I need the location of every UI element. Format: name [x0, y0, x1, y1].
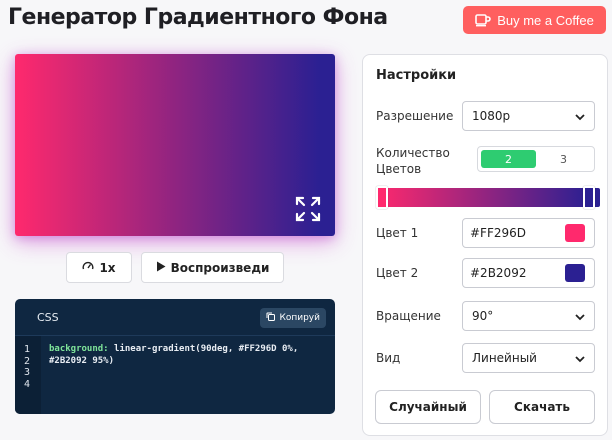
resolution-select[interactable]: 1080p	[462, 101, 595, 131]
speedometer-icon	[82, 260, 94, 275]
speed-button[interactable]: 1x	[66, 252, 132, 283]
chevron-down-icon	[574, 353, 586, 365]
download-button[interactable]: Скачать	[489, 390, 595, 424]
coffee-cup-icon	[475, 13, 491, 27]
color2-swatch[interactable]	[565, 264, 585, 282]
settings-panel: Настройки Разрешение 1080p Количество Цв…	[362, 54, 608, 436]
settings-title: Настройки	[376, 68, 457, 83]
css-code-text[interactable]: background: linear-gradient(90deg, #FF29…	[49, 344, 327, 367]
random-button[interactable]: Случайный	[375, 390, 481, 424]
play-button[interactable]: Воспроизведи	[141, 252, 284, 283]
gradient-stops-bar[interactable]	[376, 186, 600, 209]
gradient-stop-handle-2[interactable]	[582, 186, 595, 209]
css-code-panel: CSS Копируй 1 2 3 4 background: linear-g…	[15, 299, 335, 414]
rotation-select[interactable]: 90°	[462, 301, 595, 331]
color1-value: #FF296D	[470, 226, 527, 240]
css-property: background:	[49, 344, 109, 354]
copy-label: Копируй	[279, 313, 320, 323]
resolution-value: 1080p	[472, 109, 511, 123]
color1-input[interactable]: #FF296D	[462, 218, 595, 248]
chevron-down-icon	[574, 111, 586, 123]
chevron-down-icon	[574, 311, 586, 323]
rotation-value: 90°	[472, 309, 494, 323]
speed-label: 1x	[99, 260, 116, 275]
type-value: Линейный	[472, 351, 537, 365]
code-body: 1 2 3 4 background: linear-gradient(90de…	[15, 336, 335, 414]
colors-count-toggle: 2 3	[477, 146, 595, 172]
buy-coffee-label: Buy me a Coffee	[497, 12, 594, 28]
code-header: CSS Копируй	[15, 299, 335, 336]
color2-value: #2B2092	[470, 266, 527, 280]
color1-label: Цвет 1	[376, 226, 419, 240]
colors-count-option-3[interactable]: 3	[536, 150, 591, 168]
color2-label: Цвет 2	[376, 266, 419, 280]
colors-count-option-2[interactable]: 2	[481, 150, 536, 168]
rotation-label: Вращение	[376, 309, 441, 323]
color1-swatch[interactable]	[565, 224, 585, 242]
code-title: CSS	[37, 311, 59, 324]
copy-icon	[266, 312, 276, 324]
fullscreen-icon[interactable]	[295, 196, 321, 222]
copy-button[interactable]: Копируй	[260, 308, 326, 328]
buy-coffee-button[interactable]: Buy me a Coffee	[463, 6, 606, 34]
resolution-label: Разрешение	[376, 109, 454, 123]
type-label: Вид	[376, 351, 401, 365]
gradient-stop-handle-1[interactable]	[376, 186, 388, 209]
colors-count-label: Количество Цветов	[376, 146, 450, 176]
color2-input[interactable]: #2B2092	[462, 258, 595, 288]
gradient-preview-container	[15, 54, 335, 236]
type-select[interactable]: Линейный	[462, 343, 595, 373]
page-title: Генератор Градиентного Фона	[8, 5, 388, 30]
play-icon	[156, 261, 166, 275]
play-label: Воспроизведи	[170, 260, 270, 275]
line-numbers: 1 2 3 4	[15, 336, 41, 414]
gradient-preview	[15, 54, 335, 236]
